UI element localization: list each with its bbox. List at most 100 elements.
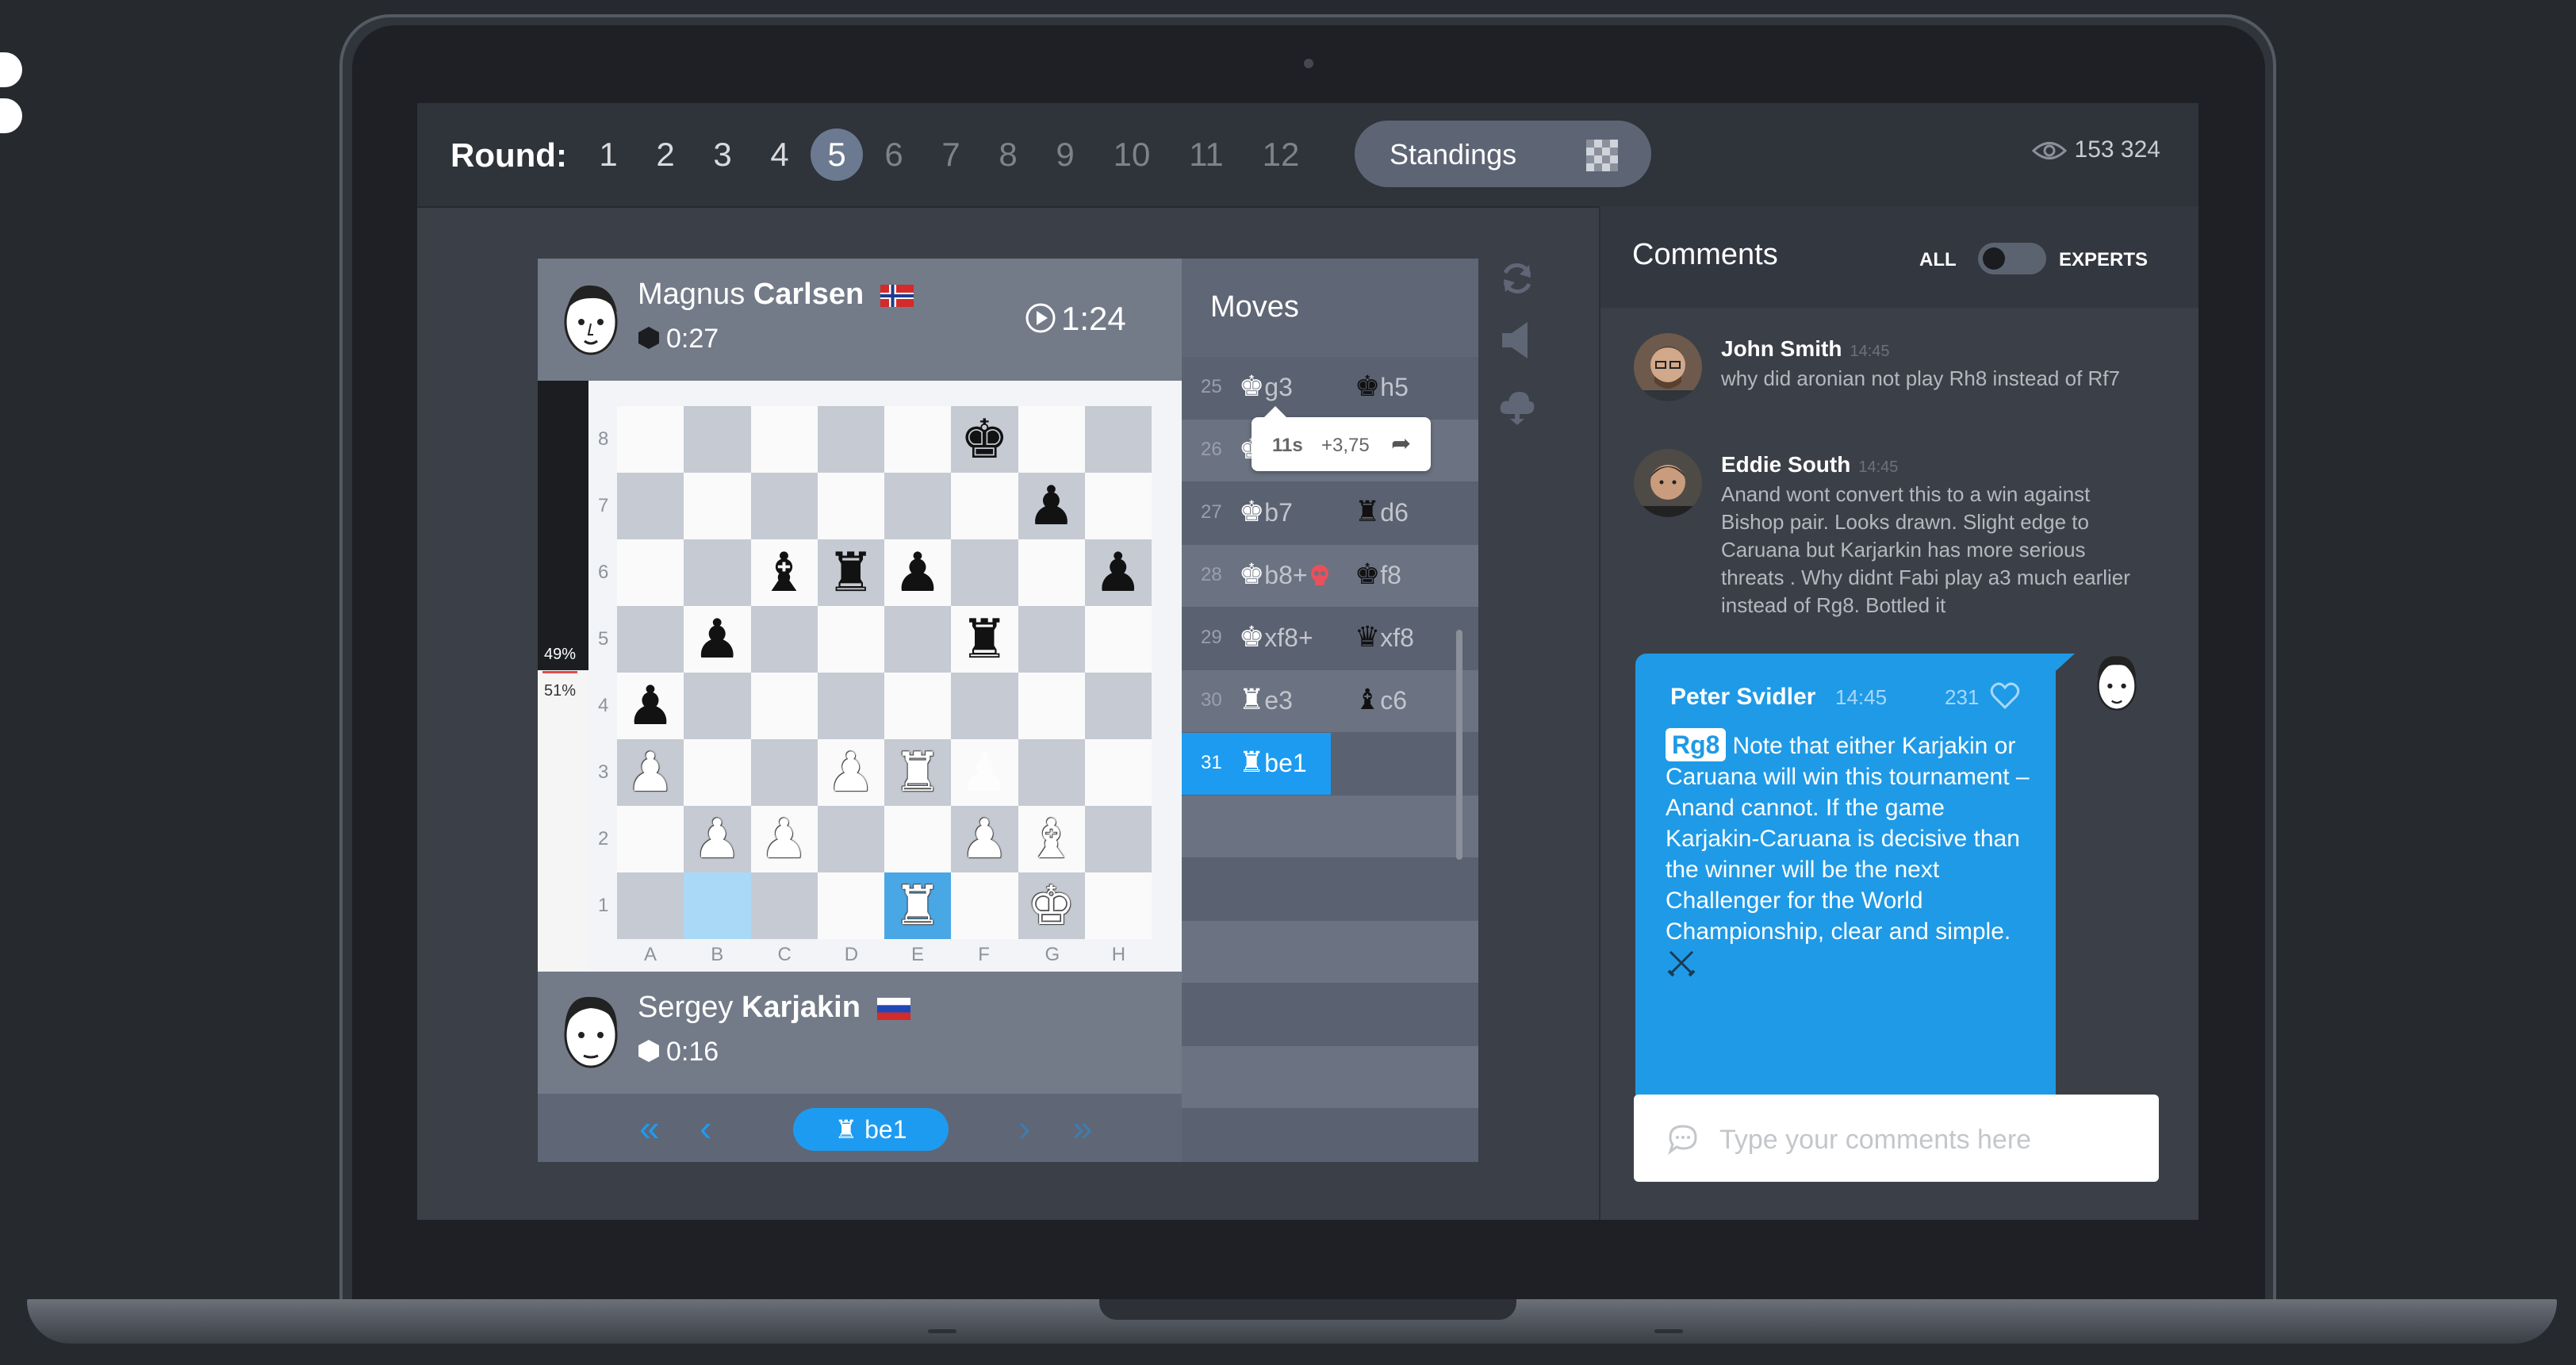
black-move[interactable]: ♜d6 <box>1355 495 1409 528</box>
ghost-piece-icon[interactable]: ♟ <box>951 739 1018 806</box>
white-rook-icon[interactable]: ♜ <box>884 739 951 806</box>
board-square[interactable] <box>817 872 884 939</box>
board-square[interactable] <box>617 406 684 473</box>
black-king-icon[interactable]: ♚ <box>951 406 1018 473</box>
board-square[interactable] <box>817 806 884 872</box>
move-row[interactable]: 31 ♜be1 <box>1182 733 1478 795</box>
white-move[interactable]: ♚b7 <box>1239 495 1293 528</box>
cloud-download-icon[interactable] <box>1497 387 1537 427</box>
board-square[interactable] <box>750 406 818 473</box>
move-row[interactable]: 25 ♚g3 ♚h5 <box>1182 357 1478 419</box>
board-square[interactable] <box>884 406 952 473</box>
speaker-icon[interactable] <box>1499 320 1535 360</box>
move-row[interactable]: 28 ♚b8+ ♚f8 <box>1182 545 1478 607</box>
board-square[interactable] <box>951 473 1018 539</box>
board-square[interactable] <box>617 539 684 606</box>
moves-scrollbar[interactable] <box>1456 630 1462 860</box>
last-move-button[interactable]: » <box>1072 1106 1093 1149</box>
round-1-button[interactable]: 1 <box>582 128 634 181</box>
round-10-button[interactable]: 10 <box>1106 128 1158 181</box>
black-pawn-icon[interactable]: ♟ <box>884 539 951 606</box>
board-square[interactable] <box>817 673 884 739</box>
board-square[interactable] <box>817 473 884 539</box>
first-move-button[interactable]: « <box>639 1106 660 1149</box>
board-square[interactable] <box>884 606 952 673</box>
round-12-button[interactable]: 12 <box>1255 128 1307 181</box>
board-square[interactable] <box>1084 673 1152 739</box>
move-row[interactable]: 30 ♜e3 ♝c6 <box>1182 670 1478 732</box>
board-square[interactable] <box>684 673 751 739</box>
round-6-button[interactable]: 6 <box>868 128 920 181</box>
round-3-button[interactable]: 3 <box>696 128 749 181</box>
white-pawn-icon[interactable]: ♟ <box>951 806 1018 872</box>
board-square[interactable] <box>1084 872 1152 939</box>
filter-all-label[interactable]: ALL <box>1919 249 1957 271</box>
board-square[interactable] <box>684 473 751 539</box>
heart-icon[interactable] <box>1989 681 2021 712</box>
board-square[interactable] <box>684 406 751 473</box>
current-move-pill[interactable]: ♜ be1 <box>793 1108 949 1151</box>
board-square[interactable] <box>750 739 818 806</box>
move-row[interactable]: 27 ♚b7 ♜d6 <box>1182 482 1478 544</box>
board-square[interactable] <box>684 739 751 806</box>
white-move[interactable]: ♜e3 <box>1239 683 1293 716</box>
board-square[interactable] <box>1018 673 1085 739</box>
white-pawn-icon[interactable]: ♟ <box>818 739 884 806</box>
board-square[interactable] <box>817 606 884 673</box>
refresh-icon[interactable] <box>1497 259 1537 298</box>
move-row[interactable]: 29 ♚xf8+ ♛xf8 <box>1182 608 1478 669</box>
board-square[interactable] <box>884 473 952 539</box>
round-9-button[interactable]: 9 <box>1039 128 1091 181</box>
round-2-button[interactable]: 2 <box>639 128 692 181</box>
experts-toggle[interactable] <box>1978 243 2046 274</box>
white-move[interactable]: ♚g3 <box>1239 370 1293 403</box>
white-move[interactable]: ♜be1 <box>1239 746 1307 779</box>
share-icon[interactable]: ➦ <box>1391 430 1411 458</box>
board-square[interactable] <box>951 673 1018 739</box>
board-square[interactable] <box>1084 806 1152 872</box>
board-square[interactable] <box>750 606 818 673</box>
comment-input[interactable] <box>1718 1115 2133 1164</box>
standings-button[interactable]: Standings <box>1355 121 1651 187</box>
white-move[interactable]: ♚b8+ <box>1239 558 1332 591</box>
board-square[interactable] <box>750 673 818 739</box>
black-move[interactable]: ♛xf8 <box>1355 620 1414 654</box>
white-rook-icon[interactable]: ♜ <box>884 872 951 939</box>
board-square[interactable] <box>617 473 684 539</box>
board-square[interactable] <box>817 406 884 473</box>
next-move-button[interactable]: › <box>1018 1106 1030 1149</box>
board-square[interactable] <box>1018 606 1085 673</box>
board-square[interactable] <box>1018 539 1085 606</box>
board-square[interactable] <box>1084 406 1152 473</box>
white-pawn-icon[interactable]: ♟ <box>751 806 818 872</box>
black-move[interactable]: ♚h5 <box>1355 370 1409 403</box>
black-bishop-icon[interactable]: ♝ <box>751 539 818 606</box>
board-square[interactable] <box>684 539 751 606</box>
filter-experts-label[interactable]: EXPERTS <box>2059 249 2148 271</box>
white-pawn-icon[interactable]: ♟ <box>684 806 750 872</box>
board-square[interactable] <box>884 673 952 739</box>
board-square[interactable] <box>1084 739 1152 806</box>
black-pawn-icon[interactable]: ♟ <box>1085 539 1152 606</box>
board-square[interactable] <box>750 872 818 939</box>
white-pawn-icon[interactable]: ♟ <box>617 739 684 806</box>
white-king-icon[interactable]: ♚ <box>1018 872 1085 939</box>
white-bishop-icon[interactable]: ♝ <box>1018 806 1085 872</box>
board-square[interactable] <box>1084 606 1152 673</box>
board-square[interactable] <box>1084 473 1152 539</box>
black-pawn-icon[interactable]: ♟ <box>684 606 750 673</box>
black-pawn-icon[interactable]: ♟ <box>1018 473 1085 539</box>
black-rook-icon[interactable]: ♜ <box>818 539 884 606</box>
board-square[interactable] <box>750 473 818 539</box>
move-tag[interactable]: Rg8 <box>1666 728 1727 761</box>
round-5-button[interactable]: 5 <box>811 128 863 181</box>
white-move[interactable]: ♚xf8+ <box>1239 620 1313 654</box>
prev-move-button[interactable]: ‹ <box>700 1106 711 1149</box>
board-square[interactable] <box>884 806 952 872</box>
black-pawn-icon[interactable]: ♟ <box>617 673 684 739</box>
board-square[interactable] <box>617 872 684 939</box>
round-7-button[interactable]: 7 <box>925 128 977 181</box>
board-square[interactable] <box>617 806 684 872</box>
board-square[interactable] <box>951 539 1018 606</box>
black-move[interactable]: ♚f8 <box>1355 558 1401 591</box>
